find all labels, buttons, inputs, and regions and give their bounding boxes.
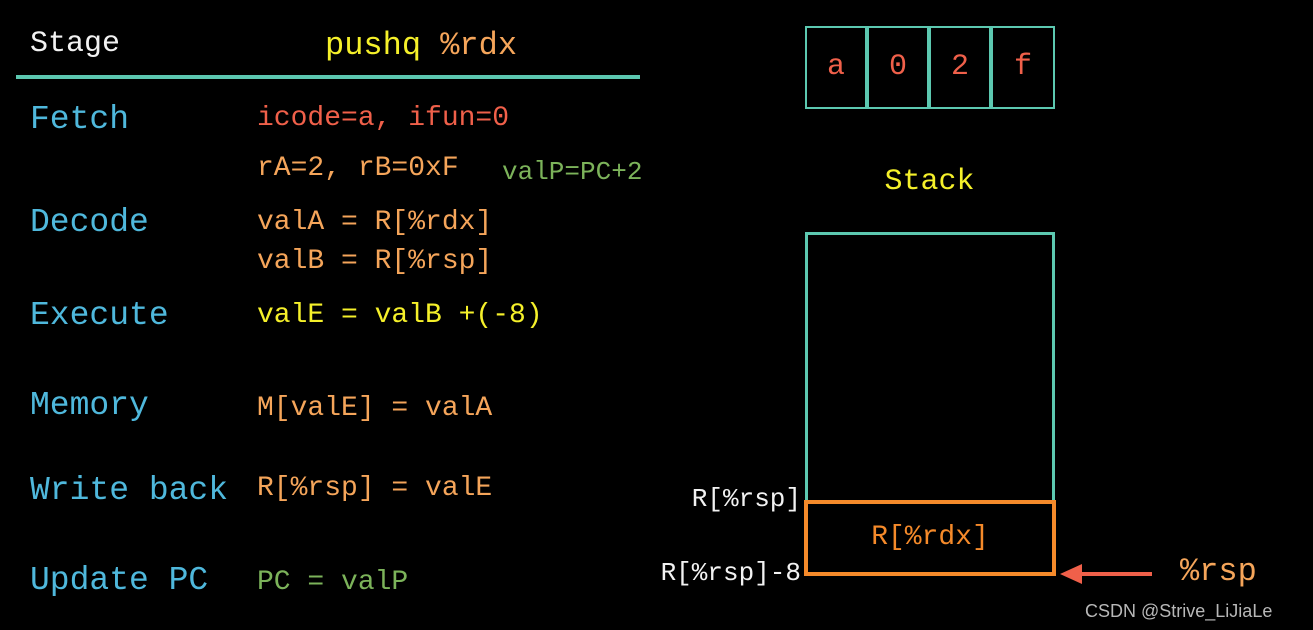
stage-decode: Decode [30, 204, 149, 241]
stage-memory: Memory [30, 387, 149, 424]
stage-header: Stage [30, 27, 121, 61]
update-pc-line: PC = valP [257, 567, 409, 598]
memory-line: M[valE] = valA [257, 393, 493, 424]
arrow-left-icon [1060, 564, 1152, 584]
instruction-register: %rdx [440, 27, 518, 64]
stack-bottom-label: R[%rsp]-8 [660, 558, 801, 588]
header-divider [16, 75, 640, 79]
encoding-byte-1: a [805, 26, 867, 109]
instruction-title: pushq %rdx [325, 26, 517, 66]
stack-top-label: R[%rsp] [691, 484, 801, 514]
encoding-byte-2: 0 [867, 26, 929, 109]
stage-update-pc: Update PC [30, 562, 209, 599]
pushed-value: R[%rdx] [871, 522, 989, 553]
instruction-op: pushq [325, 27, 422, 64]
fetch-valp: valP=PC+2 [502, 157, 643, 187]
stage-write-back: Write back [30, 472, 229, 509]
execute-line: valE = valB +(-8) [257, 300, 543, 331]
stack-title: Stack [884, 165, 975, 199]
stage-fetch: Fetch [30, 101, 130, 138]
stage-execute: Execute [30, 297, 169, 334]
encoding-byte-4: f [991, 26, 1055, 109]
decode-line-2: valB = R[%rsp] [257, 246, 493, 277]
fetch-line-2: rA=2, rB=0xF [257, 153, 459, 184]
rsp-pointer-label: %rsp [1180, 553, 1257, 590]
decode-line-1: valA = R[%rdx] [257, 207, 493, 238]
watermark: CSDN @Strive_LiJiaLe [1085, 601, 1273, 621]
stack-frame [805, 232, 1055, 504]
fetch-line-1: icode=a, ifun=0 [257, 103, 510, 134]
encoding-byte-3: 2 [929, 26, 991, 109]
write-back-line: R[%rsp] = valE [257, 473, 493, 504]
